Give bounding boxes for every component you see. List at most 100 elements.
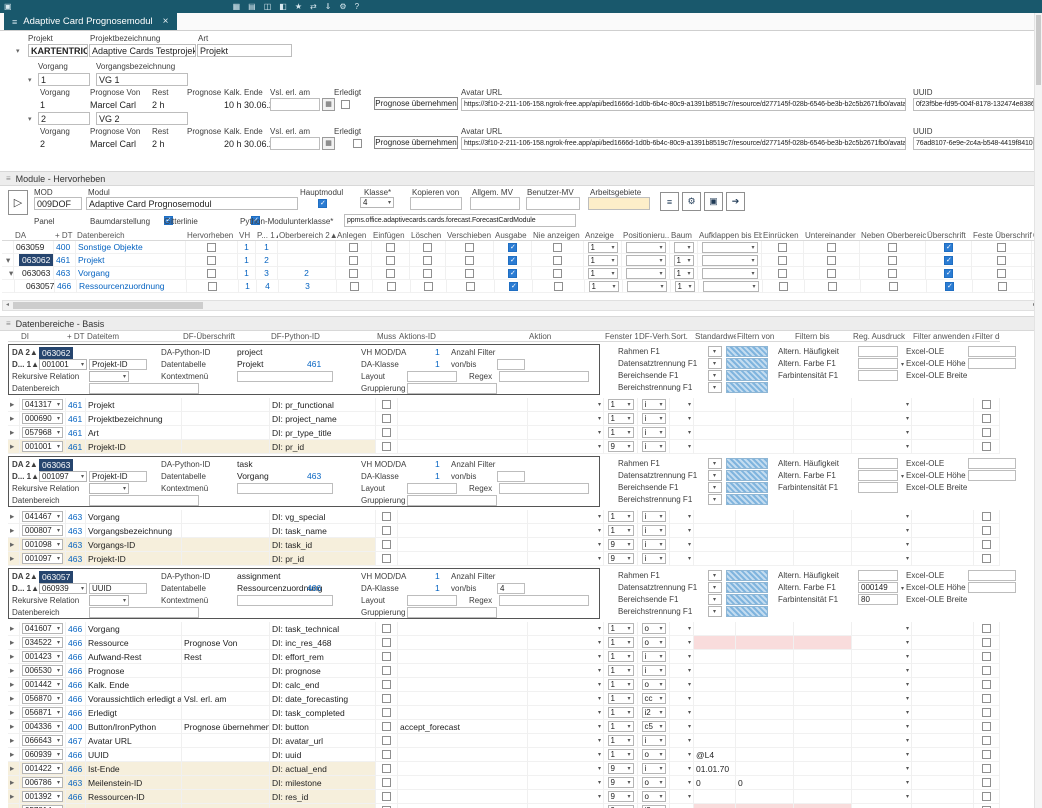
aktion-dropdown-icon[interactable]: ▾	[598, 527, 601, 534]
muss-checkbox[interactable]	[382, 680, 391, 689]
anzahl-filter-field[interactable]: 4	[497, 583, 525, 594]
di-id-dropdown[interactable]: 001422▾	[22, 763, 63, 774]
sort-dropdown-icon[interactable]: ▾	[688, 793, 691, 800]
aktion-dropdown-icon[interactable]: ▾	[598, 793, 601, 800]
deak-checkbox[interactable]	[982, 680, 991, 689]
help-icon[interactable]: ?	[355, 0, 359, 13]
altern-haeufigkeit-field[interactable]	[858, 346, 898, 357]
deak-checkbox[interactable]	[982, 512, 991, 521]
verh-dropdown[interactable]: i▾	[642, 553, 666, 564]
herv-checkbox[interactable]	[207, 243, 216, 252]
arbeitsgebiete-field[interactable]	[588, 197, 650, 210]
einruecken-checkbox[interactable]	[779, 282, 788, 291]
aktion-dropdown-icon[interactable]: ▾	[598, 681, 601, 688]
di-id-dropdown[interactable]: 066643▾	[22, 735, 63, 746]
python-unterklasse-field[interactable]: ppms.office.adaptivecards.cards.forecast…	[344, 214, 576, 227]
deak-checkbox[interactable]	[982, 666, 991, 675]
expand-icon[interactable]: ▸	[8, 412, 20, 426]
excel-ole-field[interactable]	[968, 346, 1016, 357]
di-id-dropdown[interactable]: 001098▾	[22, 539, 63, 550]
muss-checkbox[interactable]	[382, 750, 391, 759]
datensatztrennung-dropdown[interactable]: ▾	[708, 358, 722, 369]
split-view-icon[interactable]: ◧	[279, 0, 287, 13]
muss-checkbox[interactable]	[382, 554, 391, 563]
bereichsende-dropdown[interactable]: ▾	[708, 370, 722, 381]
datenbereich-field[interactable]	[89, 495, 199, 506]
datensatztrennung-color-field[interactable]	[726, 582, 768, 593]
da-id-chip[interactable]: 063062	[39, 347, 73, 359]
altern-haeufigkeit-field[interactable]	[858, 570, 898, 581]
dataitem-row[interactable]: ▸041317▾461ProjektDI: pr_functional▾1▾i▾…	[8, 398, 1042, 412]
deak-checkbox[interactable]	[982, 526, 991, 535]
deak-checkbox[interactable]	[982, 652, 991, 661]
layout-field[interactable]	[407, 483, 457, 494]
da-id-chip[interactable]: 063057	[39, 571, 73, 583]
allgem-mv-field[interactable]	[470, 197, 520, 210]
vorgang1-erledigt-checkbox[interactable]	[341, 100, 350, 109]
aufkl-dropdown[interactable]: ▾	[702, 268, 758, 279]
regex-field[interactable]	[499, 483, 589, 494]
aktion-dropdown-icon[interactable]: ▾	[598, 401, 601, 408]
dataitem-row[interactable]: ▸056871▾466ErledigtDI: task_completed▾1▾…	[8, 706, 1042, 720]
di-name-field[interactable]: Projekt-ID	[89, 359, 147, 370]
sort-dropdown-icon[interactable]: ▾	[688, 681, 691, 688]
aktion-dropdown-icon[interactable]: ▾	[598, 695, 601, 702]
reg-dropdown-icon[interactable]: ▾	[906, 723, 909, 730]
fen-dropdown[interactable]: 9▾	[608, 791, 634, 802]
di-id-dropdown[interactable]: 057968▾	[22, 427, 63, 438]
module-table-row[interactable]: ▾063063463Vorgang1321▾▾1▾▾	[2, 267, 1042, 280]
bereichsende-dropdown[interactable]: ▾	[708, 594, 722, 605]
vorgang2-prognose-uebernehmen-button[interactable]: Prognose übernehmen	[374, 136, 458, 149]
kontextmenue-field[interactable]	[237, 371, 333, 382]
fen-dropdown[interactable]: 1▾	[608, 637, 634, 648]
bereichsende-dropdown[interactable]: ▾	[708, 482, 722, 493]
fen-dropdown[interactable]: 1▾	[608, 679, 634, 690]
ueberschrift-checkbox[interactable]	[944, 243, 953, 252]
vorgang1-uuid-field[interactable]: 0f23f5be-fd95-004f-8178-132474e8386e	[913, 98, 1034, 111]
di-id-dropdown[interactable]: 056870▾	[22, 693, 63, 704]
feste-checkbox[interactable]	[998, 282, 1007, 291]
gruppierung-field[interactable]	[407, 383, 497, 394]
verh-dropdown[interactable]: i2▾	[642, 707, 666, 718]
di-name-field[interactable]: Projekt-ID	[89, 471, 147, 482]
sort-dropdown-icon[interactable]: ▾	[688, 653, 691, 660]
reg-dropdown-icon[interactable]: ▾	[906, 653, 909, 660]
nie-checkbox[interactable]	[553, 243, 562, 252]
sort-dropdown-icon[interactable]: ▾	[688, 625, 691, 632]
ausgabe-checkbox[interactable]	[508, 243, 517, 252]
fen-dropdown[interactable]: 1▾	[608, 707, 634, 718]
table-icon[interactable]: ▤	[248, 0, 256, 13]
export-icon[interactable]: ➔	[726, 192, 745, 211]
tree-toggle-icon[interactable]: ▾	[2, 254, 14, 267]
expand-icon[interactable]: ▸	[8, 426, 20, 440]
excel-ole-hoehe-field[interactable]	[968, 582, 1016, 593]
neben-checkbox[interactable]	[888, 256, 897, 265]
anlegen-checkbox[interactable]	[349, 269, 358, 278]
muss-checkbox[interactable]	[382, 400, 391, 409]
app-icon[interactable]: ▣	[4, 0, 12, 13]
muss-checkbox[interactable]	[382, 442, 391, 451]
altern-farbe-field[interactable]	[858, 470, 898, 481]
dataitem-row[interactable]: ▸006786▾463Meilenstein-IDDI: milestone▾9…	[8, 776, 1042, 790]
verh-dropdown[interactable]: o▾	[642, 791, 666, 802]
herv-checkbox[interactable]	[207, 269, 216, 278]
dataitem-row[interactable]: ▸041467▾463VorgangDI: vg_special▾1▾i▾▾▾	[8, 510, 1042, 524]
deak-checkbox[interactable]	[982, 624, 991, 633]
dataitem-row[interactable]: ▸001392▾466Ressourcen-IDDI: res_id▾9▾o▾▾…	[8, 790, 1042, 804]
einfuegen-checkbox[interactable]	[386, 269, 395, 278]
sort-dropdown-icon[interactable]: ▾	[688, 527, 691, 534]
muss-checkbox[interactable]	[382, 526, 391, 535]
aktion-dropdown-icon[interactable]: ▾	[598, 765, 601, 772]
chevron-down-icon[interactable]: ▾	[901, 585, 904, 592]
sort-dropdown-icon[interactable]: ▾	[688, 639, 691, 646]
verh-dropdown[interactable]: i▾	[642, 763, 666, 774]
aktion-dropdown-icon[interactable]: ▾	[598, 443, 601, 450]
anlegen-checkbox[interactable]	[349, 256, 358, 265]
fen-dropdown[interactable]: 9▾	[608, 553, 634, 564]
loeschen-checkbox[interactable]	[423, 269, 432, 278]
muss-checkbox[interactable]	[382, 540, 391, 549]
hauptmodul-checkbox[interactable]	[318, 199, 327, 208]
verh-dropdown[interactable]: c5▾	[642, 721, 666, 732]
rekursive-relation-dropdown[interactable]: ▾	[89, 371, 129, 382]
gruppierung-field[interactable]	[407, 495, 497, 506]
